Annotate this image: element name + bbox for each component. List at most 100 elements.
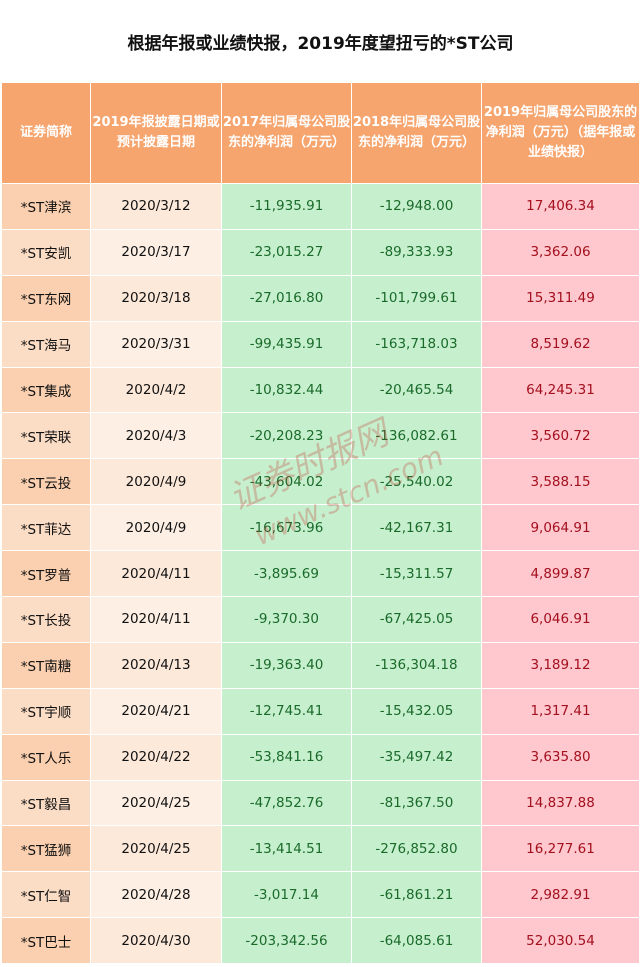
cell-security-name: *ST东网 [1,274,91,322]
cell-security-name: *ST罗普 [1,550,91,598]
cell-security-name: *ST安凯 [1,228,91,276]
cell-security-name: *ST仁智 [1,871,91,919]
table-row: *ST毅昌 2020/4/25 -47,852.76 -81,367.50 14,837… [1,779,640,827]
cell-profit-2017: -27,016.80 [221,274,352,322]
cell-security-name: *ST南糖 [1,641,91,689]
page-title: 根据年报或业绩快报，2019年度望扭亏的*ST公司 [127,33,514,54]
cell-security-name: *ST菲达 [1,504,91,552]
cell-profit-2017: -3,895.69 [221,550,352,598]
cell-profit-2018: -81,367.50 [351,779,482,827]
cell-security-name: *ST猛狮 [1,825,91,873]
cell-disclosure-date: 2020/4/11 [90,550,222,598]
table-row: *ST云投 2020/4/9 -43,604.02 -25,540.02 3,588.1… [1,458,640,506]
cell-profit-2018: -89,333.93 [351,228,482,276]
cell-security-name: *ST宇顺 [1,687,91,735]
cell-disclosure-date: 2020/4/3 [90,412,222,460]
table-row: *ST海马 2020/3/31 -99,435.91 -163,718.03 8,519… [1,320,640,368]
cell-profit-2017: -16,673.96 [221,504,352,552]
cell-profit-2018: -15,432.05 [351,687,482,735]
cell-disclosure-date: 2020/4/28 [90,871,222,919]
cell-disclosure-date: 2020/4/25 [90,779,222,827]
cell-profit-2018: -136,304.18 [351,641,482,689]
cell-profit-2019: 3,588.15 [481,458,640,506]
table-row: *ST人乐 2020/4/22 -53,841.16 -35,497.42 3,635.… [1,733,640,781]
column-header-name: 证券简称 [1,82,91,184]
cell-security-name: *ST巴士 [1,917,91,965]
cell-profit-2019: 64,245.31 [481,366,640,414]
cell-security-name: *ST毅昌 [1,779,91,827]
cell-security-name: *ST集成 [1,366,91,414]
cell-security-name: *ST海马 [1,320,91,368]
cell-profit-2018: -25,540.02 [351,458,482,506]
cell-disclosure-date: 2020/3/12 [90,183,222,230]
cell-profit-2017: -43,604.02 [221,458,352,506]
cell-profit-2019: 16,277.61 [481,825,640,873]
table-body: *ST津滨 2020/3/12 -11,935.91 -12,948.00 17,406… [1,183,640,965]
table-row: *ST津滨 2020/3/12 -11,935.91 -12,948.00 17,406… [1,183,640,230]
cell-profit-2019: 6,046.91 [481,596,640,643]
column-header-profit-2017: 2017年归属母公司股东的净利润（万元） [221,82,352,184]
table-row: *ST集成 2020/4/2 -10,832.44 -20,465.54 64,245.… [1,366,640,414]
table-row: *ST菲达 2020/4/9 -16,673.96 -42,167.31 9,064.9… [1,504,640,552]
cell-disclosure-date: 2020/4/21 [90,687,222,735]
cell-profit-2018: -276,852.80 [351,825,482,873]
cell-profit-2017: -12,745.41 [221,687,352,735]
cell-profit-2018: -101,799.61 [351,274,482,322]
cell-profit-2019: 2,982.91 [481,871,640,919]
cell-disclosure-date: 2020/4/30 [90,917,222,965]
column-header-profit-2018: 2018年归属母公司股东的净利润（万元） [351,82,482,184]
table-row: *ST荣联 2020/4/3 -20,208.23 -136,082.61 3,560.… [1,412,640,460]
cell-profit-2017: -23,015.27 [221,228,352,276]
cell-profit-2018: -61,861.21 [351,871,482,919]
cell-profit-2017: -20,208.23 [221,412,352,460]
cell-profit-2017: -47,852.76 [221,779,352,827]
cell-profit-2018: -64,085.61 [351,917,482,965]
table-header-row: 证券简称 2019年报披露日期或预计披露日期 2017年归属母公司股东的净利润（… [1,82,640,184]
cell-profit-2018: -20,465.54 [351,366,482,414]
column-header-profit-2019: 2019年归属母公司股东的净利润（万元）（据年报或业绩快报） [481,82,640,184]
cell-security-name: *ST津滨 [1,183,91,230]
cell-profit-2017: -203,342.56 [221,917,352,965]
cell-profit-2017: -99,435.91 [221,320,352,368]
cell-profit-2018: -15,311.57 [351,550,482,598]
cell-security-name: *ST长投 [1,596,91,643]
cell-disclosure-date: 2020/4/13 [90,641,222,689]
cell-profit-2017: -19,363.40 [221,641,352,689]
cell-profit-2019: 3,560.72 [481,412,640,460]
table-row: *ST安凯 2020/3/17 -23,015.27 -89,333.93 3,362.… [1,228,640,276]
earnings-table: 证券简称 2019年报披露日期或预计披露日期 2017年归属母公司股东的净利润（… [1,82,640,965]
table-row: *ST南糖 2020/4/13 -19,363.40 -136,304.18 3,189… [1,641,640,689]
cell-profit-2019: 17,406.34 [481,183,640,230]
cell-profit-2017: -9,370.30 [221,596,352,643]
table-row: *ST罗普 2020/4/11 -3,895.69 -15,311.57 4,899.8… [1,550,640,598]
cell-profit-2017: -3,017.14 [221,871,352,919]
cell-profit-2019: 3,635.80 [481,733,640,781]
cell-disclosure-date: 2020/3/31 [90,320,222,368]
table-row: *ST宇顺 2020/4/21 -12,745.41 -15,432.05 1,317.… [1,687,640,735]
cell-profit-2018: -12,948.00 [351,183,482,230]
column-header-date: 2019年报披露日期或预计披露日期 [90,82,222,184]
cell-profit-2019: 8,519.62 [481,320,640,368]
cell-security-name: *ST人乐 [1,733,91,781]
cell-disclosure-date: 2020/3/17 [90,228,222,276]
cell-security-name: *ST云投 [1,458,91,506]
cell-profit-2018: -35,497.42 [351,733,482,781]
cell-profit-2018: -136,082.61 [351,412,482,460]
cell-profit-2019: 3,362.06 [481,228,640,276]
cell-profit-2019: 9,064.91 [481,504,640,552]
cell-disclosure-date: 2020/4/11 [90,596,222,643]
cell-profit-2018: -42,167.31 [351,504,482,552]
cell-profit-2019: 15,311.49 [481,274,640,322]
cell-disclosure-date: 2020/4/9 [90,504,222,552]
table-row: *ST巴士 2020/4/30 -203,342.56 -64,085.61 52,03… [1,917,640,965]
cell-profit-2019: 4,899.87 [481,550,640,598]
cell-disclosure-date: 2020/4/25 [90,825,222,873]
cell-profit-2017: -11,935.91 [221,183,352,230]
cell-profit-2019: 14,837.88 [481,779,640,827]
cell-profit-2019: 3,189.12 [481,641,640,689]
cell-profit-2018: -163,718.03 [351,320,482,368]
cell-profit-2017: -13,414.51 [221,825,352,873]
table-row: *ST长投 2020/4/11 -9,370.30 -67,425.05 6,046.9… [1,596,640,643]
table-row: *ST东网 2020/3/18 -27,016.80 -101,799.61 15,31… [1,274,640,322]
cell-profit-2019: 52,030.54 [481,917,640,965]
